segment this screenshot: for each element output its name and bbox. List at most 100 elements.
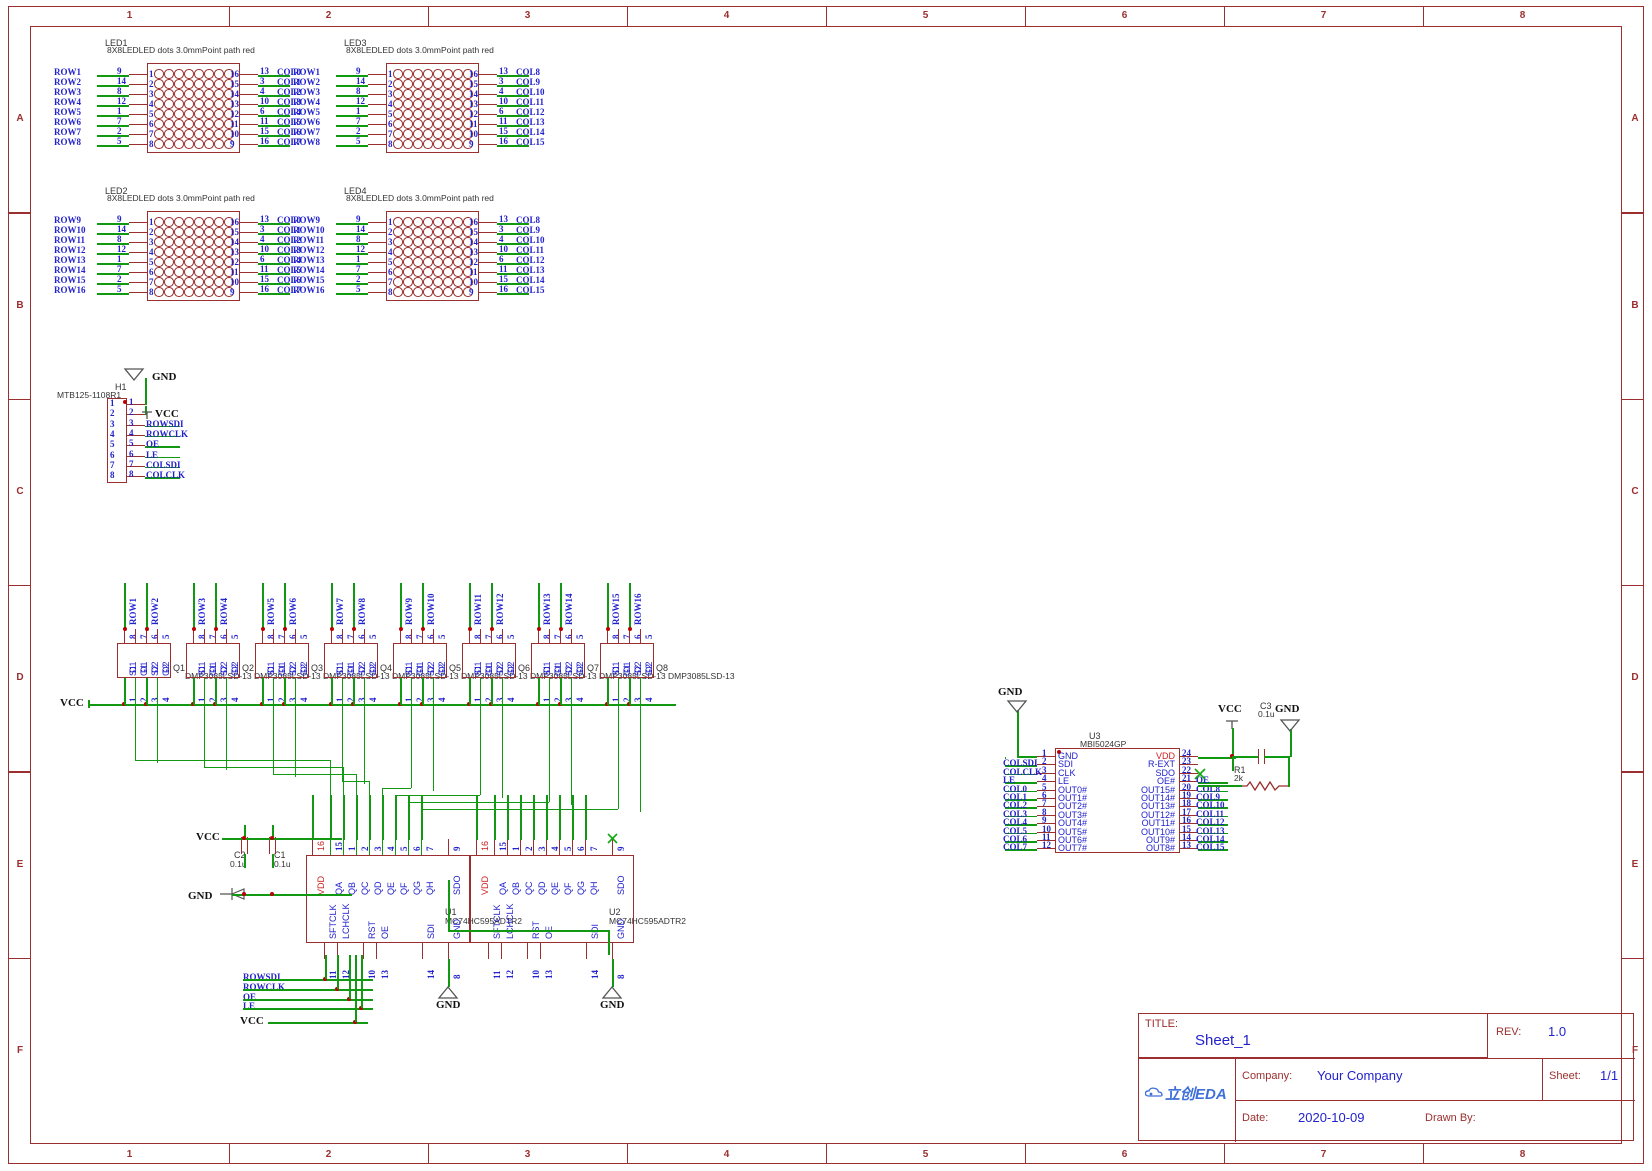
pin-label: SDO — [452, 875, 462, 895]
pin-number-inner: 9 — [469, 139, 474, 149]
pin-number: 7 — [415, 634, 425, 640]
tick — [428, 6, 430, 26]
pin-number: 9 — [117, 66, 122, 76]
led-dot — [154, 287, 164, 297]
cascade-wire — [448, 930, 608, 932]
junction — [398, 627, 403, 631]
pin-lead — [368, 242, 386, 244]
pin-lead — [240, 282, 258, 284]
pin-lead — [240, 222, 258, 224]
pin-number-inner: 15 — [230, 79, 239, 89]
pin-number: 16 — [260, 284, 269, 294]
led-dot — [164, 267, 174, 277]
pin-number-inner: 4 — [149, 247, 154, 257]
pin-number: 6 — [110, 449, 115, 460]
pin-lead — [368, 292, 386, 294]
net-label: ROW5 — [54, 107, 81, 117]
led-dot — [433, 69, 443, 79]
led-dot — [453, 89, 463, 99]
tick — [1622, 212, 1644, 214]
led-dot — [184, 217, 194, 227]
pin-number: 8 — [128, 634, 138, 640]
pin-number: 12 — [505, 970, 515, 979]
zone-label-top: 8 — [1519, 10, 1526, 21]
pin-number: 5 — [575, 634, 585, 640]
pin-lead — [240, 242, 258, 244]
led-dot — [184, 79, 194, 89]
net-label: ROW10 — [426, 593, 436, 626]
pin-lead — [571, 629, 573, 643]
pin-lead — [295, 629, 297, 643]
pin-number: 5 — [368, 634, 378, 640]
zone-label-top: 6 — [1121, 10, 1128, 21]
pin-label: G2 — [161, 663, 171, 676]
rev-value: 1.0 — [1548, 1024, 1567, 1039]
pin-number: 5 — [117, 136, 122, 146]
vcc-label: VCC — [155, 408, 179, 420]
pin-lead — [129, 134, 147, 136]
led-dot — [403, 129, 413, 139]
net-label: COL15 — [1196, 842, 1225, 853]
pin-lead — [368, 222, 386, 224]
pin-number-inner: 1 — [149, 217, 154, 227]
net-label: ROW2 — [293, 77, 320, 87]
pin-number-inner: 13 — [230, 99, 239, 109]
pin-lead — [479, 252, 497, 254]
led-part-name: 8X8LEDLED dots 3.0mmPoint path red — [346, 193, 494, 203]
pin-number-inner: 6 — [388, 267, 393, 277]
pin-label: QA — [498, 881, 508, 895]
pin-number-inner: 16 — [230, 69, 239, 79]
pin-label: G1 — [277, 663, 287, 676]
led-dot — [423, 217, 433, 227]
pin-number-inner: 16 — [469, 69, 478, 79]
led-dot — [194, 227, 204, 237]
led-dot — [194, 257, 204, 267]
led-dot — [174, 237, 184, 247]
led-dot — [403, 257, 413, 267]
pin-label: G1 — [139, 663, 149, 676]
pin-number: 5 — [161, 634, 171, 640]
net-wire — [97, 135, 129, 137]
led-dot — [194, 69, 204, 79]
pin-number: 7 — [208, 634, 218, 640]
led-dot — [214, 79, 224, 89]
pin-number-inner: 8 — [388, 287, 393, 297]
pin-label: G2 — [644, 663, 654, 676]
pin-lead — [331, 629, 333, 643]
pin-lead — [284, 629, 286, 643]
pin-lead — [501, 943, 503, 959]
pin-label: S2 — [357, 664, 367, 676]
pin-lead — [520, 839, 522, 855]
gnd-symbol — [998, 698, 1036, 719]
led-dot — [154, 99, 164, 109]
zone-label-right: E — [1631, 858, 1639, 870]
tick — [1622, 771, 1644, 773]
net-label: ROW4 — [293, 97, 320, 107]
pin-number: 7 — [277, 634, 287, 640]
led-dot — [214, 237, 224, 247]
led-dot — [174, 89, 184, 99]
led-dot — [164, 257, 174, 267]
pin-number: 8 — [266, 634, 276, 640]
pin-number: 1 — [197, 697, 207, 703]
pin-lead — [368, 104, 386, 106]
pin-lead — [479, 292, 497, 294]
net-label: ROW9 — [293, 215, 320, 225]
pin-number: 13 — [499, 214, 508, 224]
pin-number: 8 — [110, 470, 115, 481]
led-dot — [174, 109, 184, 119]
net-wire — [97, 145, 129, 147]
led-dot — [413, 267, 423, 277]
sheetnum-cell: Sheet: 1/1 — [1542, 1059, 1635, 1100]
pin-label: S1 — [266, 664, 276, 676]
vcc-label: VCC — [60, 697, 84, 709]
pin-lead — [129, 222, 147, 224]
no-connect-icon — [607, 831, 618, 849]
pin-label: OE — [380, 925, 390, 939]
pin-number-inner: 7 — [388, 129, 393, 139]
pin-number: 6 — [288, 634, 298, 640]
led-dot — [174, 247, 184, 257]
net-label: COL14 — [516, 127, 545, 137]
net-label: ROW15 — [54, 275, 86, 285]
net-label: ROW6 — [293, 117, 320, 127]
